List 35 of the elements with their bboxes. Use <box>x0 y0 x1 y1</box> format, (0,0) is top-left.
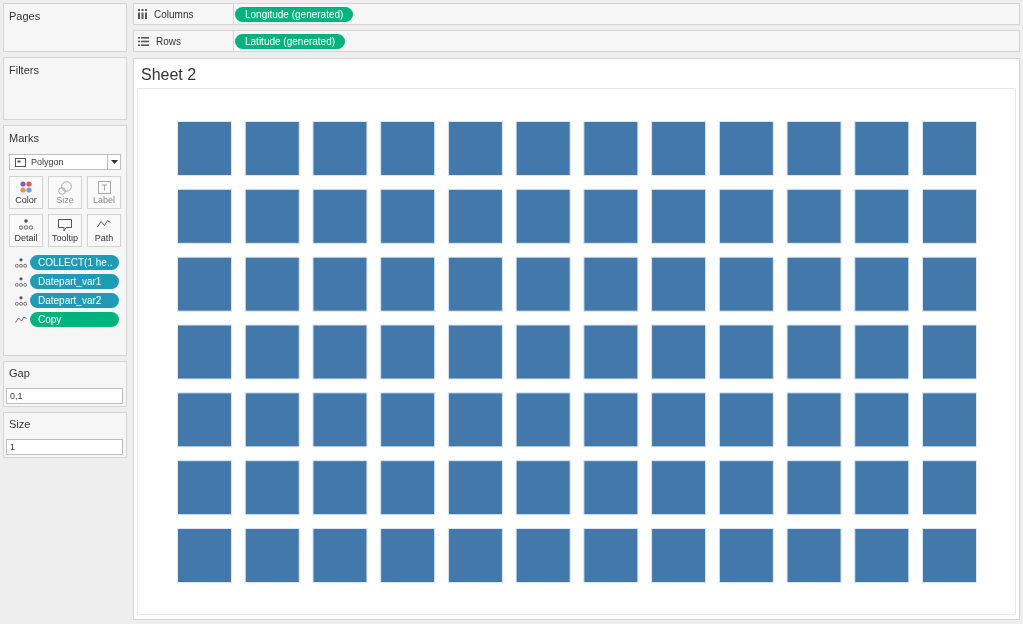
field-pill[interactable]: Datepart_var1 <box>30 274 119 289</box>
card-title: Marks <box>9 132 39 145</box>
field-pill[interactable]: Copy <box>30 312 119 327</box>
detail-icon <box>19 219 33 230</box>
card-title: Pages <box>9 10 41 23</box>
circles-icon <box>58 181 72 195</box>
mark-property-button[interactable]: Detail <box>9 214 43 247</box>
detail-icon <box>15 257 27 268</box>
card-title: Gap <box>9 367 30 380</box>
detail-icon <box>15 276 27 287</box>
shelf-label: Rows <box>156 35 181 47</box>
mark-property-button[interactable]: Color <box>9 176 43 209</box>
caret-icon <box>110 160 118 164</box>
shelf-label: Columns <box>154 8 194 20</box>
color-dots-icon <box>20 181 32 193</box>
mark-type-dropdown[interactable]: Polygon <box>9 154 121 170</box>
field-pill[interactable]: COLLECT(1 he.. <box>30 255 119 270</box>
sheet-title: Sheet 2 <box>141 66 197 84</box>
columns-icon <box>138 9 147 19</box>
polygon-icon <box>15 157 26 167</box>
parameter-input[interactable]: 0,1 <box>6 388 123 404</box>
text-box-icon <box>97 181 111 194</box>
detail-icon <box>15 295 27 306</box>
card-title: Size <box>9 418 31 431</box>
field-pill[interactable]: Longitude (generated) <box>235 6 354 22</box>
card-title: Filters <box>9 64 39 77</box>
parameter-input[interactable]: 1 <box>6 439 123 455</box>
rows-icon <box>138 36 149 46</box>
mark-property-button[interactable]: Tooltip <box>48 214 82 247</box>
field-pill[interactable]: Latitude (generated) <box>235 33 346 49</box>
speech-bubble-icon <box>58 219 72 232</box>
field-pill[interactable]: Datepart_var2 <box>30 293 119 308</box>
path-line-icon <box>15 316 27 323</box>
path-line-icon <box>97 219 111 228</box>
mark-property-button[interactable]: Path <box>87 214 121 247</box>
